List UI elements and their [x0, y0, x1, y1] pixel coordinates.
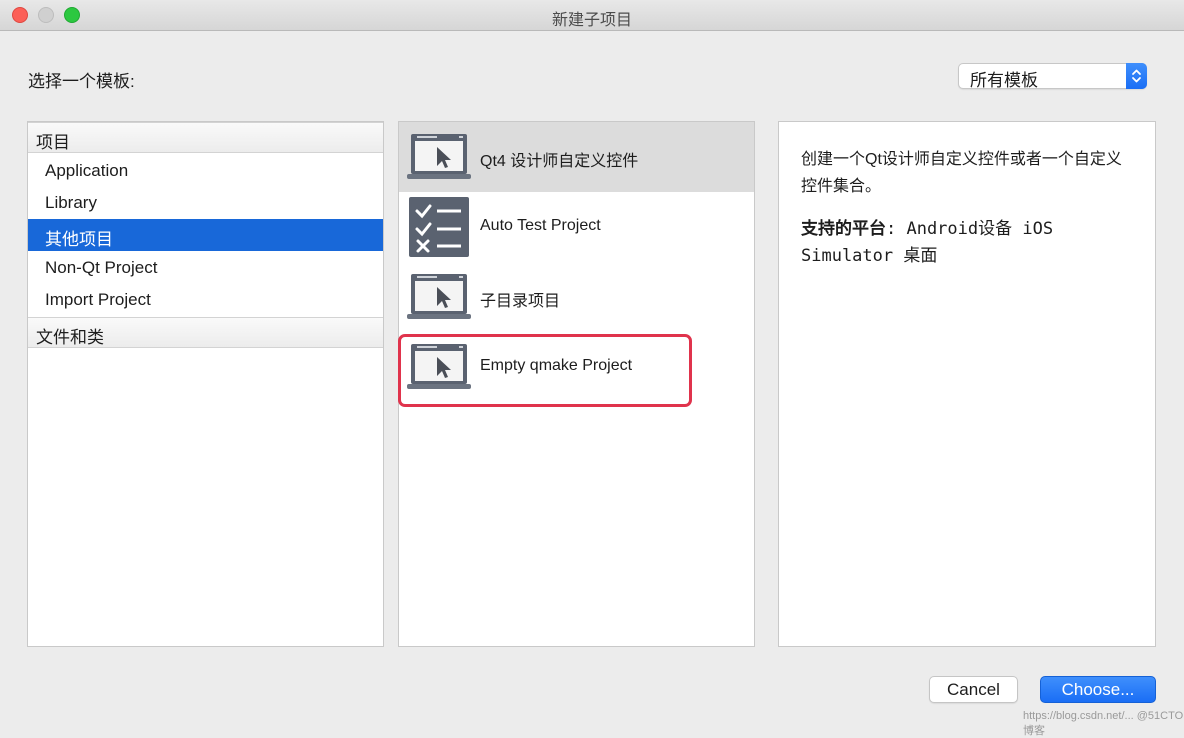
category-group-label: 项目	[36, 133, 70, 152]
choose-button[interactable]: Choose...	[1040, 676, 1156, 703]
supported-platforms: 支持的平台: Android设备 iOS Simulator 桌面	[801, 215, 1131, 270]
template-item-label: 子目录项目	[480, 293, 561, 310]
window-title: 新建子项目	[551, 12, 632, 29]
category-item-label: Library	[45, 193, 97, 212]
watermark: https://blog.csdn.net/... @51CTO博客	[1023, 710, 1184, 737]
template-description-panel: 创建一个Qt设计师自定义控件或者一个自定义控件集合。 支持的平台: Androi…	[778, 121, 1156, 647]
monitor-cursor-icon	[407, 274, 471, 319]
template-filter-select[interactable]: 所有模板	[958, 63, 1147, 90]
template-item-qt4-designer-widget[interactable]: Qt4 设计师自定义控件	[399, 122, 754, 192]
category-item-library[interactable]: Library	[28, 187, 383, 219]
category-item-label: Application	[45, 161, 129, 180]
template-item-label: Qt4 设计师自定义控件	[480, 153, 639, 170]
choose-template-label: 选择一个模板:	[28, 72, 135, 91]
category-item-label: Import Project	[45, 290, 151, 309]
template-filter-value: 所有模板	[970, 71, 1038, 90]
template-item-subdirs-project[interactable]: 子目录项目	[399, 262, 754, 332]
category-item-label: 其他项目	[45, 230, 113, 249]
platforms-label: 支持的平台	[801, 219, 886, 238]
select-arrows-icon	[1126, 63, 1147, 89]
title-bar: 新建子项目	[0, 0, 1184, 31]
monitor-cursor-icon	[407, 134, 471, 179]
cancel-button[interactable]: Cancel	[929, 676, 1018, 703]
category-list[interactable]: 项目 Application Library 其他项目 Non-Qt Proje…	[27, 121, 384, 647]
category-item-label: Non-Qt Project	[45, 258, 158, 277]
annotation-highlight-box	[398, 334, 692, 407]
category-item-non-qt-project[interactable]: Non-Qt Project	[28, 252, 383, 284]
template-description: 创建一个Qt设计师自定义控件或者一个自定义控件集合。	[801, 151, 1122, 195]
category-group-files-classes[interactable]: 文件和类	[28, 317, 383, 348]
category-group-projects: 项目	[28, 122, 383, 153]
template-item-auto-test-project[interactable]: Auto Test Project	[399, 192, 754, 262]
category-item-other-projects[interactable]: 其他项目	[28, 219, 383, 251]
category-item-application[interactable]: Application	[28, 155, 383, 187]
category-group-label: 文件和类	[36, 328, 104, 347]
category-item-import-project[interactable]: Import Project	[28, 284, 383, 316]
checklist-icon	[409, 197, 469, 257]
template-item-label: Auto Test Project	[480, 217, 601, 234]
